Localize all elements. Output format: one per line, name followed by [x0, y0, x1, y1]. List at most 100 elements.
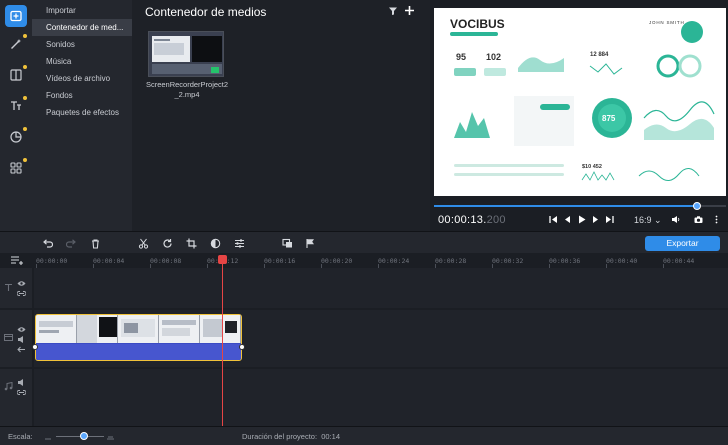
timecode-ms: 200: [486, 214, 506, 226]
aspect-ratio-select[interactable]: 16:9 ⌄: [634, 215, 662, 226]
skip-to-end-button[interactable]: [604, 214, 614, 224]
transitions-tool-button[interactable]: [5, 64, 27, 86]
scale-label: Escala:: [8, 432, 33, 441]
volume-icon: [671, 215, 679, 223]
clip-volume-handle-right[interactable]: [239, 344, 245, 350]
more-tools-icon: [10, 162, 22, 174]
preview-canvas[interactable]: VOCIBUS JOHN SMITH 95 102 12 884 875 $10…: [434, 8, 726, 196]
skip-to-start-button[interactable]: [548, 214, 558, 224]
ruler-tick-label: 00:00:28: [435, 257, 467, 265]
media-bin-panel: Contenedor de medios ScreenRecorderProje…: [132, 0, 430, 231]
more-options-button[interactable]: [711, 214, 721, 224]
video-track-icon: [4, 333, 14, 343]
zoom-in-icon[interactable]: [106, 432, 115, 441]
filter-icon[interactable]: [388, 6, 398, 16]
tool-strip: [0, 0, 32, 231]
volume-button[interactable]: [670, 214, 680, 224]
zoom-out-icon[interactable]: [44, 433, 52, 441]
category-backgrounds[interactable]: Fondos: [32, 87, 132, 104]
color-adjust-button[interactable]: [209, 237, 221, 249]
delete-button[interactable]: [89, 237, 101, 249]
flag-icon: [305, 238, 314, 248]
duration-label: Duración del proyecto:: [242, 432, 318, 441]
video-track-header: [0, 310, 32, 367]
category-effect-packs[interactable]: Paquetes de efectos: [32, 104, 132, 121]
mute-toggle[interactable]: [17, 335, 27, 345]
detach-audio-toggle[interactable]: [17, 345, 27, 355]
speaker-icon: [18, 336, 23, 343]
new-badge: [23, 65, 27, 69]
category-music[interactable]: Música: [32, 53, 132, 70]
author-text: JOHN SMITH: [649, 20, 685, 25]
clip-frame: [77, 315, 118, 343]
previous-frame-button[interactable]: [562, 214, 572, 224]
category-import[interactable]: Importar: [32, 2, 132, 19]
overlay-button[interactable]: [281, 237, 293, 249]
ruler-tick-label: 00:00:08: [150, 257, 182, 265]
category-media-bin[interactable]: Contenedor de med...: [32, 19, 132, 36]
crop-icon: [186, 238, 196, 248]
add-media-icon[interactable]: [404, 5, 415, 16]
clip-filmstrip: [36, 315, 241, 343]
eye-icon: [17, 327, 26, 332]
media-clip-thumbnail[interactable]: [148, 31, 224, 77]
lock-toggle[interactable]: [16, 388, 27, 398]
music-track-icon: [4, 381, 14, 392]
clip-frame: [200, 315, 241, 343]
timeline-ruler[interactable]: 00:00:00 00:00:04 00:00:08 00:00:12 00:0…: [0, 253, 728, 268]
trash-icon: [91, 238, 99, 249]
marker-button[interactable]: [304, 237, 316, 249]
filters-tool-button[interactable]: [5, 33, 27, 55]
export-button[interactable]: Exportar: [645, 236, 720, 251]
timeline-toolbar: Exportar: [0, 231, 728, 253]
ruler-tick-label: 00:00:20: [321, 257, 353, 265]
next-frame-button[interactable]: [590, 214, 600, 224]
speaker-icon: [18, 379, 23, 386]
arrow-icon: [17, 346, 25, 353]
media-bin-title: Contenedor de medios: [145, 5, 267, 19]
color-adjust-icon: [210, 238, 220, 248]
titles-tool-button[interactable]: [5, 95, 27, 117]
clip-properties-button[interactable]: [233, 237, 245, 249]
undo-button[interactable]: [41, 237, 53, 249]
category-sounds[interactable]: Sonidos: [32, 36, 132, 53]
playhead: [222, 259, 223, 426]
stickers-icon: [10, 131, 22, 143]
title-track-header: [0, 268, 32, 308]
visibility-toggle[interactable]: [17, 325, 27, 335]
rotate-button[interactable]: [161, 237, 173, 249]
mute-toggle[interactable]: [17, 378, 27, 388]
clip-frame: [159, 315, 200, 343]
scale-slider-handle[interactable]: [80, 432, 88, 440]
play-button[interactable]: [576, 214, 586, 224]
clip-name-line-2: _2.mp4: [174, 90, 200, 99]
undo-icon: [42, 238, 53, 248]
crop-button[interactable]: [185, 237, 197, 249]
dashboard-preview-image: VOCIBUS JOHN SMITH 95 102 12 884 875 $10…: [434, 8, 726, 196]
playhead-handle[interactable]: [218, 255, 227, 264]
import-tool-button[interactable]: [5, 5, 27, 27]
bottom-value-text: $10 452: [582, 164, 602, 170]
new-badge: [23, 127, 27, 131]
ruler-tick-label: 00:00:44: [663, 257, 695, 265]
clip-frame: [118, 315, 159, 343]
snapshot-button[interactable]: [693, 214, 703, 224]
cut-button[interactable]: [137, 237, 149, 249]
stickers-tool-button[interactable]: [5, 126, 27, 148]
category-stock-videos[interactable]: Vídeos de archivo: [32, 70, 132, 87]
clip-name-line-1: ScreenRecorderProject2: [145, 80, 229, 89]
visibility-toggle[interactable]: [17, 279, 27, 289]
audio-track-lane[interactable]: [34, 369, 728, 426]
titles-icon: [11, 101, 21, 110]
redo-button[interactable]: [65, 237, 77, 249]
add-track-icon[interactable]: [10, 255, 24, 266]
brand-text: VOCIBUS: [450, 17, 505, 31]
lock-toggle[interactable]: [16, 289, 27, 299]
seek-bar-handle[interactable]: [693, 202, 701, 210]
media-clip-name: ScreenRecorderProject2 _2.mp4: [142, 80, 232, 100]
timeline-video-clip[interactable]: [35, 314, 242, 361]
title-track-lane[interactable]: [34, 268, 728, 308]
more-tools-button[interactable]: [5, 157, 27, 179]
stat3-text: 12 884: [590, 52, 609, 58]
clip-volume-handle-left[interactable]: [32, 344, 38, 350]
